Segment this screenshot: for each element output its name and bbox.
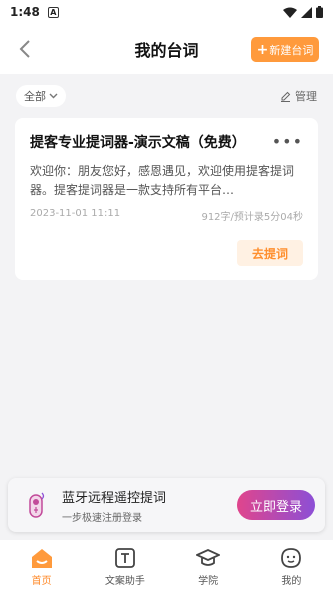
category-filter-dropdown[interactable]: 全部 <box>16 85 66 107</box>
bluetooth-banner-text: 蓝牙远程遥控提词 一步极速注册登录 <box>62 487 166 524</box>
wifi-icon <box>283 7 297 18</box>
status-bar: 1:48 A <box>0 0 333 24</box>
bluetooth-banner-title: 蓝牙远程遥控提词 <box>62 490 167 506</box>
back-button[interactable] <box>12 36 38 62</box>
home-icon <box>30 546 54 570</box>
bluetooth-banner-subtitle: 一步极速注册登录 <box>62 512 142 524</box>
script-stats: 912字/预计录5分04秒 <box>201 212 303 223</box>
manage-button[interactable]: 管理 <box>280 88 317 104</box>
login-button[interactable]: 立即登录 <box>237 490 315 520</box>
new-script-label: 新建台词 <box>269 43 314 57</box>
nav-item-academy[interactable]: 学院 <box>167 540 250 592</box>
bluetooth-remote-icon <box>22 491 50 519</box>
nav-item-text-assistant[interactable]: 文案助手 <box>83 540 166 592</box>
graduation-cap-icon <box>196 546 221 570</box>
text-assistant-icon <box>113 546 137 570</box>
chevron-down-icon <box>49 93 58 99</box>
status-time: 1:48 <box>10 5 40 19</box>
script-title: 提客专业提词器-演示文稿（免费） <box>30 135 246 151</box>
status-indicators <box>283 6 323 18</box>
nav-label-profile: 我的 <box>281 575 302 587</box>
script-card[interactable]: 提客专业提词器-演示文稿（免费） ••• 欢迎你：朋友您好，感恩遇见，欢迎使用提… <box>15 118 318 280</box>
bluetooth-remote-banner[interactable]: 蓝牙远程遥控提词 一步极速注册登录 立即登录 <box>8 478 325 532</box>
page-title: 我的台词 <box>134 41 199 60</box>
edit-icon <box>281 91 291 102</box>
new-script-button[interactable]: + 新建台词 <box>251 37 319 62</box>
manage-label: 管理 <box>295 90 317 103</box>
nav-item-profile[interactable]: 我的 <box>250 540 333 592</box>
more-options-button[interactable]: ••• <box>272 134 303 150</box>
nav-label-text-assistant: 文案助手 <box>104 575 145 587</box>
header: 我的台词 + 新建台词 <box>0 24 333 74</box>
bottom-nav: 首页 文案助手 学院 我的 <box>0 540 333 592</box>
nav-label-academy: 学院 <box>198 575 219 587</box>
card-title-row: 提客专业提词器-演示文稿（免费） ••• <box>30 132 303 152</box>
script-date: 2023-11-01 11:11 <box>30 208 121 219</box>
script-preview: 欢迎你：朋友您好，感恩遇见，欢迎使用提客提词器。提客提词器是一款支持所有平台… <box>30 164 295 197</box>
profile-icon <box>279 546 303 570</box>
battery-icon <box>316 6 323 18</box>
filter-row: 全部 管理 <box>0 82 333 110</box>
script-meta: 2023-11-01 11:11 912字/预计录5分04秒 <box>30 208 303 223</box>
signal-icon <box>301 6 312 18</box>
nav-label-home: 首页 <box>31 575 52 587</box>
nav-item-home[interactable]: 首页 <box>0 540 83 592</box>
start-prompt-button[interactable]: 去提词 <box>237 240 303 266</box>
plus-icon: + <box>256 41 269 58</box>
notification-icon: A <box>47 6 59 18</box>
chevron-left-icon <box>19 40 30 58</box>
category-filter-label: 全部 <box>24 90 46 103</box>
